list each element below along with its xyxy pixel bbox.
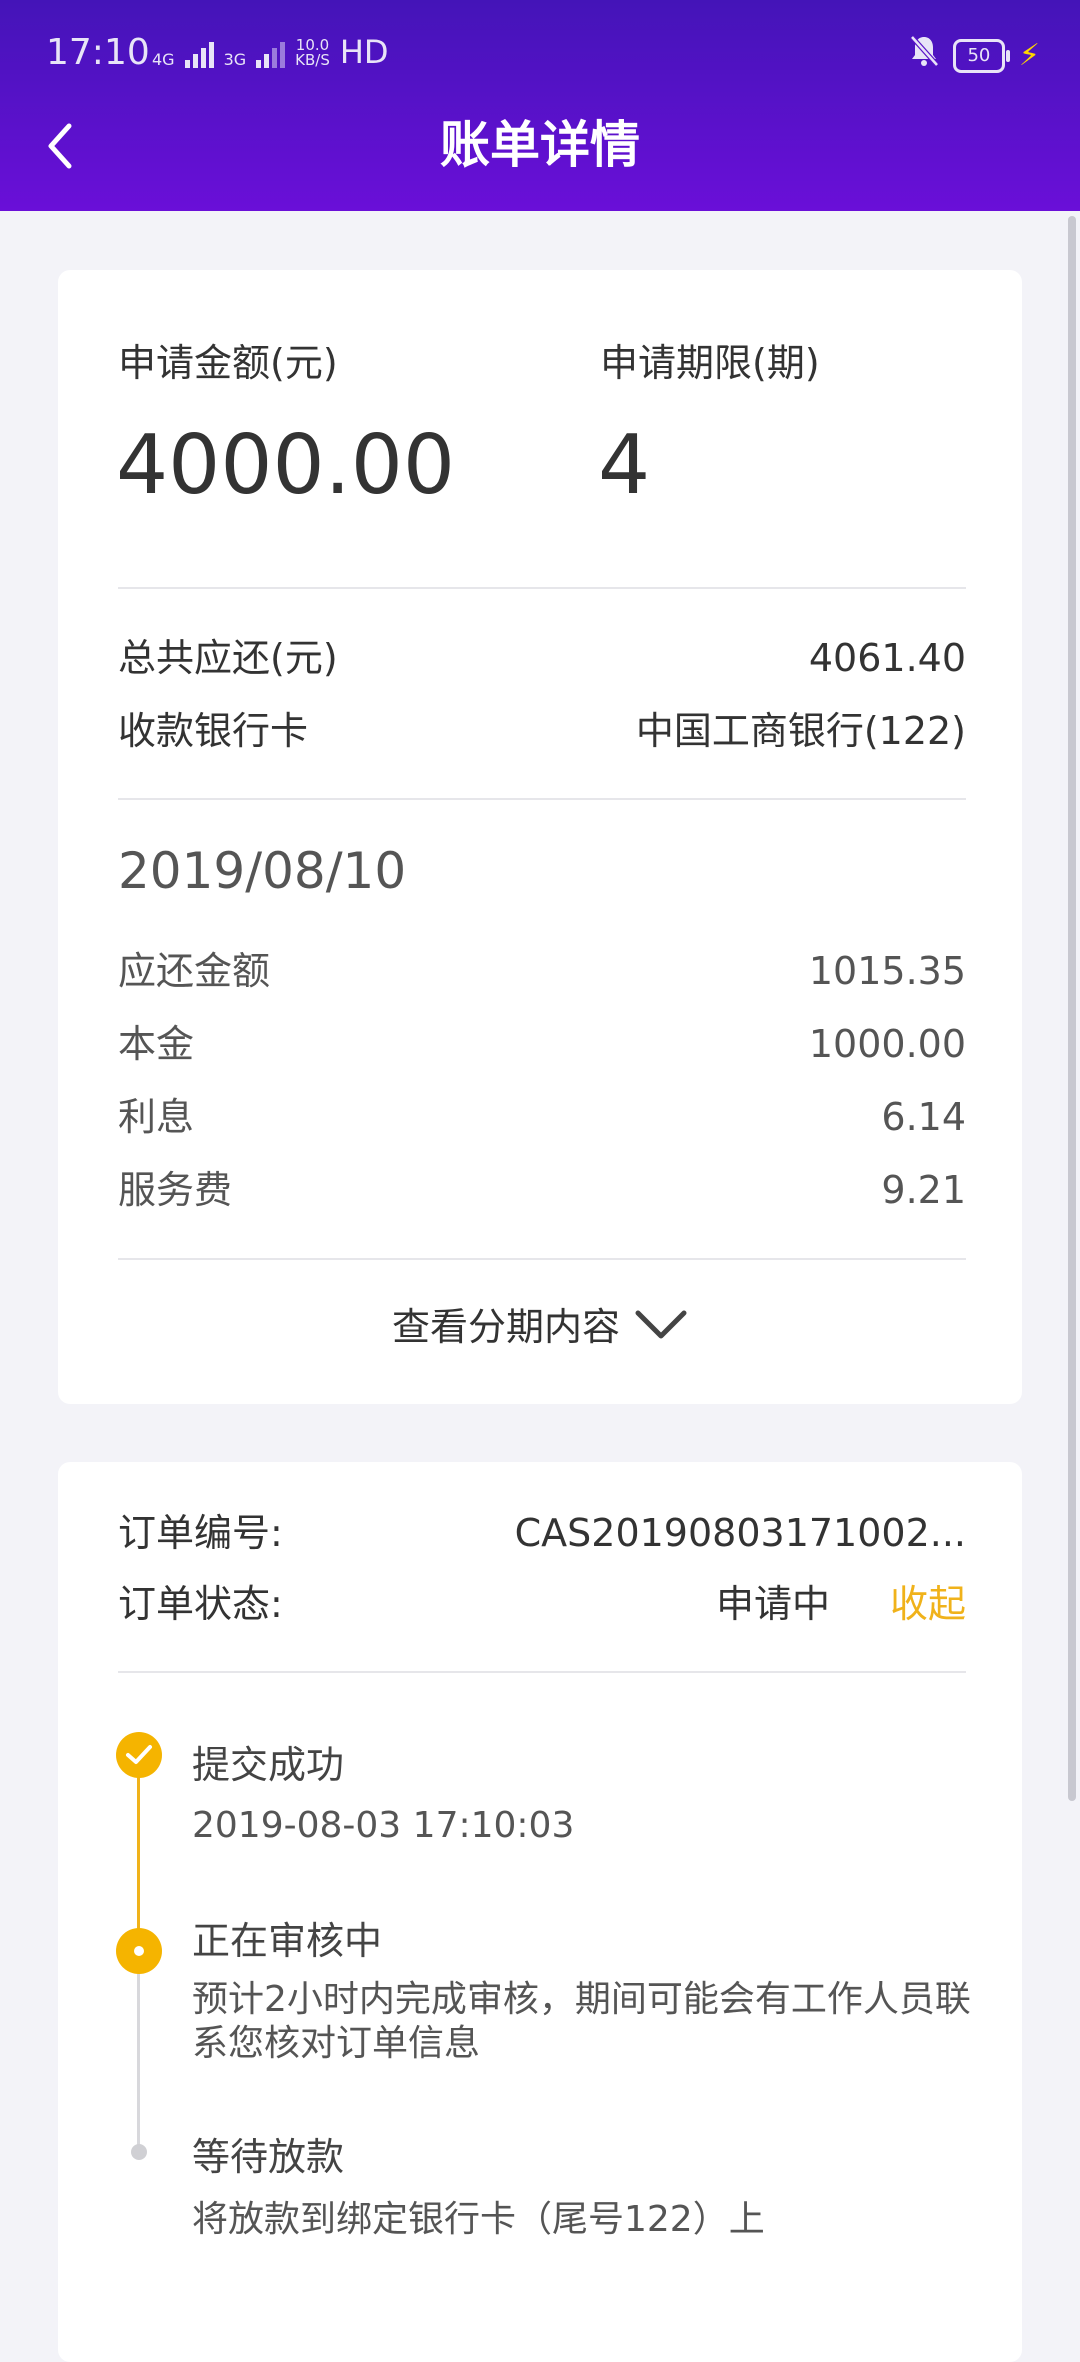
detail-value: 1015.35 — [808, 949, 966, 993]
page-title: 账单详情 — [440, 116, 640, 174]
detail-row: 本金 1000.00 — [118, 1019, 966, 1069]
status-bar: 17:10 4G 3G 10.0 KB/S HD 50 ⚡ — [0, 0, 1080, 105]
net-type-1: 4G — [152, 50, 175, 69]
view-installments-button[interactable]: 查看分期内容 — [58, 1296, 1022, 1351]
order-status-group: 申请中 收起 — [716, 1579, 966, 1629]
order-number-row: 订单编号: CAS20190803171002... — [118, 1508, 966, 1558]
detail-value: 9.21 — [881, 1168, 966, 1212]
order-status-row: 订单状态: 申请中 收起 — [118, 1579, 966, 1629]
timeline-line-done — [137, 1777, 140, 1952]
detail-value: 1000.00 — [808, 1022, 966, 1066]
detail-label: 利息 — [118, 1095, 195, 1139]
bell-off-icon — [909, 34, 939, 77]
bank-row: 收款银行卡 中国工商银行(122) — [118, 706, 966, 756]
step-desc: 预计2小时内完成审核，期间可能会有工作人员联系您核对订单信息 — [192, 1979, 971, 2064]
hd-indicator: HD — [339, 33, 389, 71]
active-step-icon — [116, 1928, 162, 1974]
signal-icon — [184, 40, 214, 68]
check-circle-icon — [116, 1732, 162, 1778]
step-desc: 2019-08-03 17:10:03 — [192, 1805, 575, 1846]
network-speed: 10.0 KB/S — [295, 36, 330, 69]
network-indicators: 4G 3G 10.0 KB/S HD — [152, 36, 389, 68]
step-title: 等待放款 — [192, 2135, 345, 2179]
battery-icon: 50 — [952, 38, 1010, 73]
scrollbar[interactable] — [1068, 216, 1076, 1801]
view-installments-label: 查看分期内容 — [391, 1305, 620, 1349]
status-right: 50 ⚡ — [909, 34, 1040, 77]
detail-row: 应还金额 1015.35 — [118, 946, 966, 996]
divider — [118, 1258, 966, 1260]
detail-label: 本金 — [118, 1022, 195, 1066]
amount-label: 申请金额(元) — [118, 341, 338, 385]
step-title: 提交成功 — [192, 1743, 345, 1787]
charging-icon: ⚡ — [1018, 38, 1040, 73]
pending-step-icon — [131, 2144, 147, 2160]
term-label: 申请期限(期) — [600, 341, 820, 385]
step-desc: 将放款到绑定银行卡（尾号122）上 — [192, 2199, 765, 2240]
term-value: 4 — [598, 418, 651, 513]
chevron-down-icon — [635, 1310, 687, 1338]
divider — [118, 798, 966, 800]
step-title: 正在审核中 — [192, 1919, 383, 1963]
total-value: 4061.40 — [808, 636, 966, 680]
detail-value: 6.14 — [881, 1095, 966, 1139]
bill-summary-card: 申请金额(元) 申请期限(期) 4000.00 4 总共应还(元) 4061.4… — [58, 270, 1022, 1404]
order-status-label: 订单状态: — [118, 1582, 283, 1626]
order-number-label: 订单编号: — [118, 1511, 283, 1555]
collapse-button[interactable]: 收起 — [890, 1579, 966, 1629]
detail-row: 服务费 9.21 — [118, 1165, 966, 1215]
detail-row: 利息 6.14 — [118, 1092, 966, 1142]
signal-icon-2 — [256, 40, 286, 68]
divider — [118, 587, 966, 589]
amount-value: 4000.00 — [116, 418, 456, 513]
divider — [118, 1671, 966, 1673]
order-status-value: 申请中 — [715, 1582, 830, 1626]
net-type-2: 3G — [223, 50, 247, 69]
timeline-line-pending — [137, 1972, 140, 2152]
order-number-value: CAS20190803171002... — [514, 1511, 966, 1555]
bank-value: 中国工商银行(122) — [635, 709, 966, 753]
due-date: 2019/08/10 — [118, 842, 407, 900]
total-row: 总共应还(元) 4061.40 — [118, 633, 966, 683]
order-card: 订单编号: CAS20190803171002... 订单状态: 申请中 收起 … — [58, 1462, 1022, 2362]
bank-label: 收款银行卡 — [118, 709, 309, 753]
status-time: 17:10 — [46, 32, 150, 73]
header-bar: 17:10 4G 3G 10.0 KB/S HD 50 ⚡ 账单详情 — [0, 0, 1080, 211]
detail-label: 应还金额 — [118, 949, 271, 993]
detail-label: 服务费 — [118, 1168, 233, 1212]
total-label: 总共应还(元) — [118, 636, 338, 680]
